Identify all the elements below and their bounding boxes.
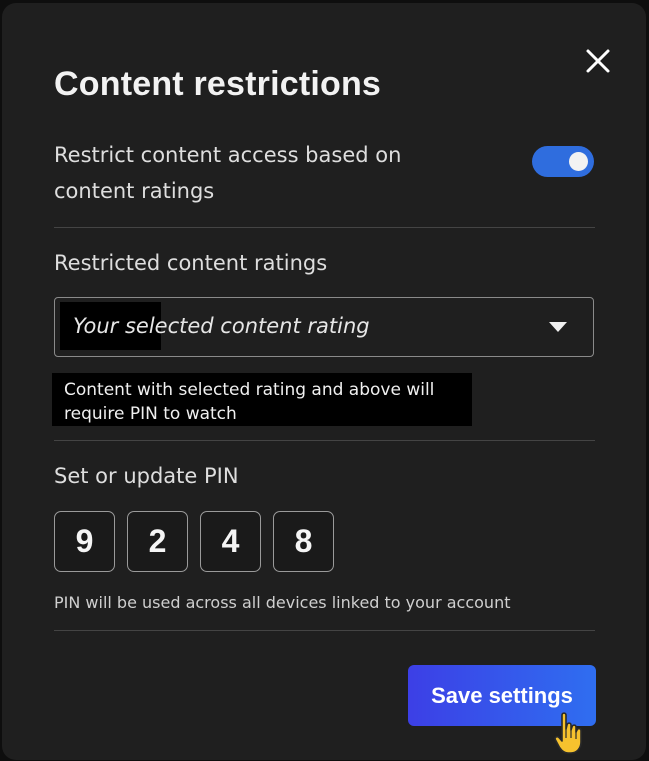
rating-helper-text: Content with selected rating and above w… bbox=[52, 373, 472, 426]
content-rating-select[interactable]: Your selected content rating bbox=[54, 297, 594, 357]
pin-digit-1[interactable]: 9 bbox=[54, 511, 115, 572]
dialog-title: Content restrictions bbox=[54, 65, 382, 103]
pin-digit-3[interactable]: 4 bbox=[200, 511, 261, 572]
divider bbox=[54, 227, 595, 228]
hand-pointer-icon bbox=[553, 711, 587, 757]
content-restrictions-dialog: Content restrictions Restrict content ac… bbox=[2, 3, 646, 760]
pin-note: PIN will be used across all devices link… bbox=[54, 593, 511, 612]
divider bbox=[54, 630, 595, 631]
pin-digit-2[interactable]: 2 bbox=[127, 511, 188, 572]
restrict-toggle-label: Restrict content access based on content… bbox=[54, 143, 402, 203]
selected-rating-value: Your selected content rating bbox=[73, 314, 370, 338]
pin-section-label: Set or update PIN bbox=[54, 464, 239, 488]
chevron-down-icon bbox=[549, 322, 567, 332]
ratings-section-label: Restricted content ratings bbox=[54, 251, 328, 275]
pin-digit-4[interactable]: 8 bbox=[273, 511, 334, 572]
close-icon[interactable] bbox=[583, 46, 613, 76]
divider bbox=[54, 440, 595, 441]
restrict-content-toggle[interactable] bbox=[532, 146, 594, 177]
toggle-knob bbox=[569, 152, 588, 171]
